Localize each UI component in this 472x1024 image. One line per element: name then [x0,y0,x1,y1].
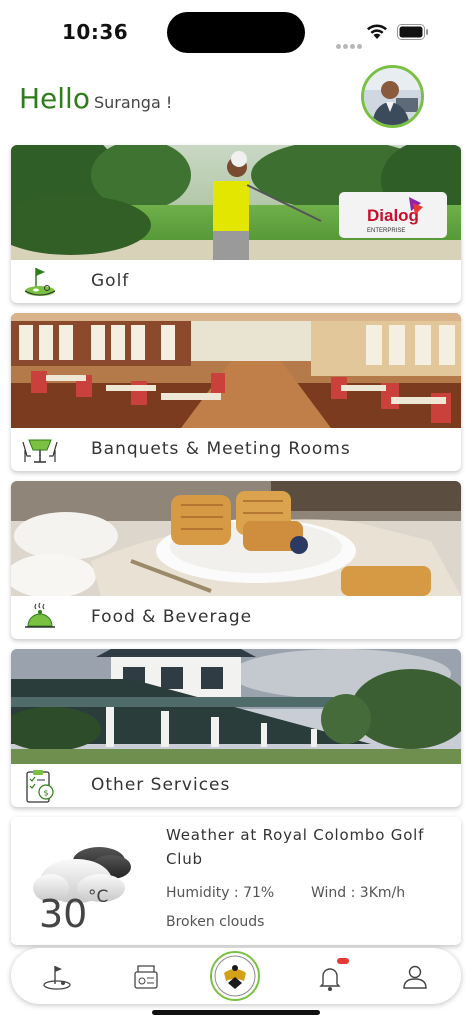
signal-icon [336,34,364,53]
bottom-tab-bar [11,948,461,1004]
weather-wind: Wind : 3Km/h [311,885,406,901]
weather-temperature: 30 [39,892,88,936]
weather-description: Broken clouds [166,914,265,930]
weather-humidity: Humidity : 71% [166,885,275,901]
clubhouse-image [11,649,461,764]
status-time: 10:36 [62,20,129,44]
golf-icon [24,268,56,296]
cloche-icon [25,602,55,628]
club-logo-home[interactable] [210,951,260,1001]
weather-title: Weather at Royal Colombo Golf Club [166,826,425,868]
dynamic-island [167,12,305,53]
banquet-hall-image [11,313,461,428]
dialog-sub: ENTERPRISE [367,228,405,234]
avatar-photo [364,68,421,125]
status-bar: 10:36 [0,0,472,62]
user-name: Suranga ! [93,93,173,112]
golf-row: Golf [11,260,461,303]
notification-badge [337,958,349,964]
notifications-tab[interactable] [313,958,349,994]
food-card[interactable]: Food & Beverage [11,481,461,639]
battery-icon [397,24,428,40]
avatar[interactable] [361,65,424,128]
golf-banner-image: Dialog ENTERPRISE [11,145,461,260]
hello-text: Hello [19,82,90,115]
svg-text:$: $ [44,789,49,798]
home-indicator [152,1010,320,1015]
club-crest-icon [214,955,256,997]
weather-unit: °C [88,887,109,907]
waffles-image [11,481,461,596]
notifications-bell-icon [319,968,341,991]
services-label: Other Services [91,775,231,795]
banquets-label: Banquets & Meeting Rooms [91,439,351,459]
banquets-row: Banquets & Meeting Rooms [11,428,461,471]
food-row: Food & Beverage [11,596,461,639]
golf-tab-icon[interactable] [40,960,74,994]
services-row: $ Other Services [11,764,461,807]
weather-card: 30 °C Weather at Royal Colombo Golf Club… [11,817,461,945]
food-label: Food & Beverage [91,607,253,627]
profile-icon[interactable] [398,960,432,994]
services-card[interactable]: $ Other Services [11,649,461,807]
banquets-card[interactable]: Banquets & Meeting Rooms [11,313,461,471]
services-clipboard-icon: $ [26,770,54,803]
greeting: Hello Suranga ! [19,82,172,115]
wifi-icon [367,24,387,39]
golf-card[interactable]: Dialog ENTERPRISE Golf [11,145,461,303]
golf-label: Golf [91,271,130,291]
bookings-tab-icon[interactable] [129,960,163,994]
banquet-table-icon [22,439,58,463]
